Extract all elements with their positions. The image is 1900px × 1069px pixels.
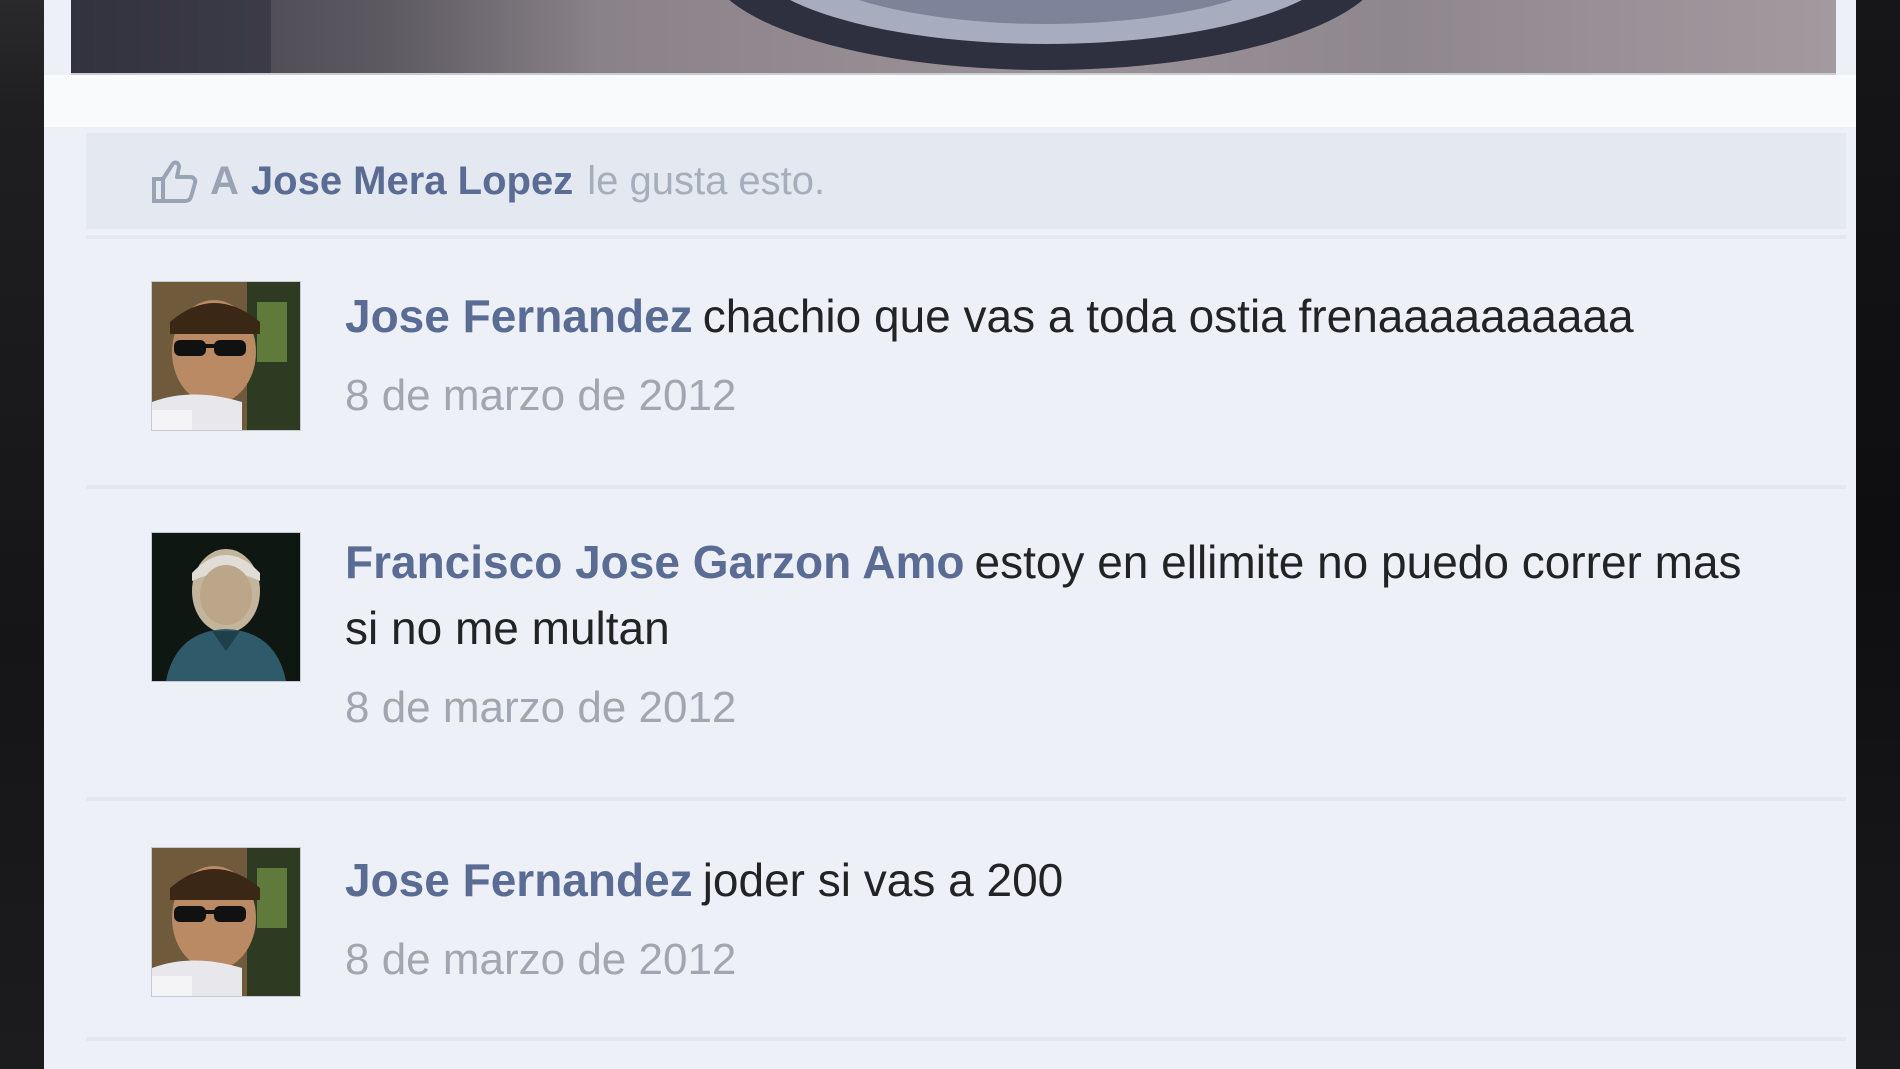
comment-body: Jose Fernandez joder si vas a 200 8 de ma…: [345, 847, 1766, 993]
comment-author-link[interactable]: Jose Fernandez: [345, 854, 693, 906]
comment-timestamp[interactable]: 8 de marzo de 2012: [345, 675, 1766, 741]
liker-name-link[interactable]: Jose Mera Lopez: [251, 159, 573, 204]
post-photo[interactable]: [71, 0, 1836, 75]
post-card: A Jose Mera Lopez le gusta esto. Jose Fe…: [44, 0, 1856, 1069]
likes-prefix: A: [210, 158, 239, 203]
profile-photo-sunglasses-icon: [152, 848, 300, 996]
profile-photo-older-man-icon: [152, 533, 300, 681]
comment-item: Jose Fernandez joder si vas a 200 8 de ma…: [86, 797, 1846, 1041]
comment-text: chachio que vas a toda ostia frenaaaaaaa…: [702, 290, 1634, 342]
commenter-avatar[interactable]: [151, 281, 301, 431]
comment-text: joder si vas a 200: [702, 854, 1064, 906]
comment-body: Jose Fernandez chachio que vas a toda ost…: [345, 283, 1766, 429]
comment-body: Francisco Jose Garzon Amo estoy en ellimi…: [345, 529, 1766, 741]
next-comment-divider: [86, 1037, 1846, 1069]
comment-timestamp[interactable]: 8 de marzo de 2012: [345, 927, 1766, 993]
comment-author-link[interactable]: Jose Fernandez: [345, 290, 693, 342]
comment-item: Francisco Jose Garzon Amo estoy en ellimi…: [86, 485, 1846, 801]
background-frame-left: [0, 0, 44, 1069]
background-frame-right: [1856, 0, 1900, 1069]
thumbs-up-icon[interactable]: [148, 155, 200, 207]
likes-suffix: le gusta esto.: [587, 158, 826, 203]
commenter-avatar[interactable]: [151, 847, 301, 997]
speedometer-photo-crop: [71, 0, 1363, 73]
comment-item: Jose Fernandez chachio que vas a toda ost…: [86, 235, 1846, 489]
photo-footer-space: [44, 75, 1856, 127]
commenter-avatar[interactable]: [151, 532, 301, 682]
profile-photo-sunglasses-icon: [152, 282, 300, 430]
likes-summary: A Jose Mera Lopez le gusta esto.: [86, 133, 1846, 229]
comment-author-link[interactable]: Francisco Jose Garzon Amo: [345, 536, 964, 588]
comment-timestamp[interactable]: 8 de marzo de 2012: [345, 363, 1766, 429]
